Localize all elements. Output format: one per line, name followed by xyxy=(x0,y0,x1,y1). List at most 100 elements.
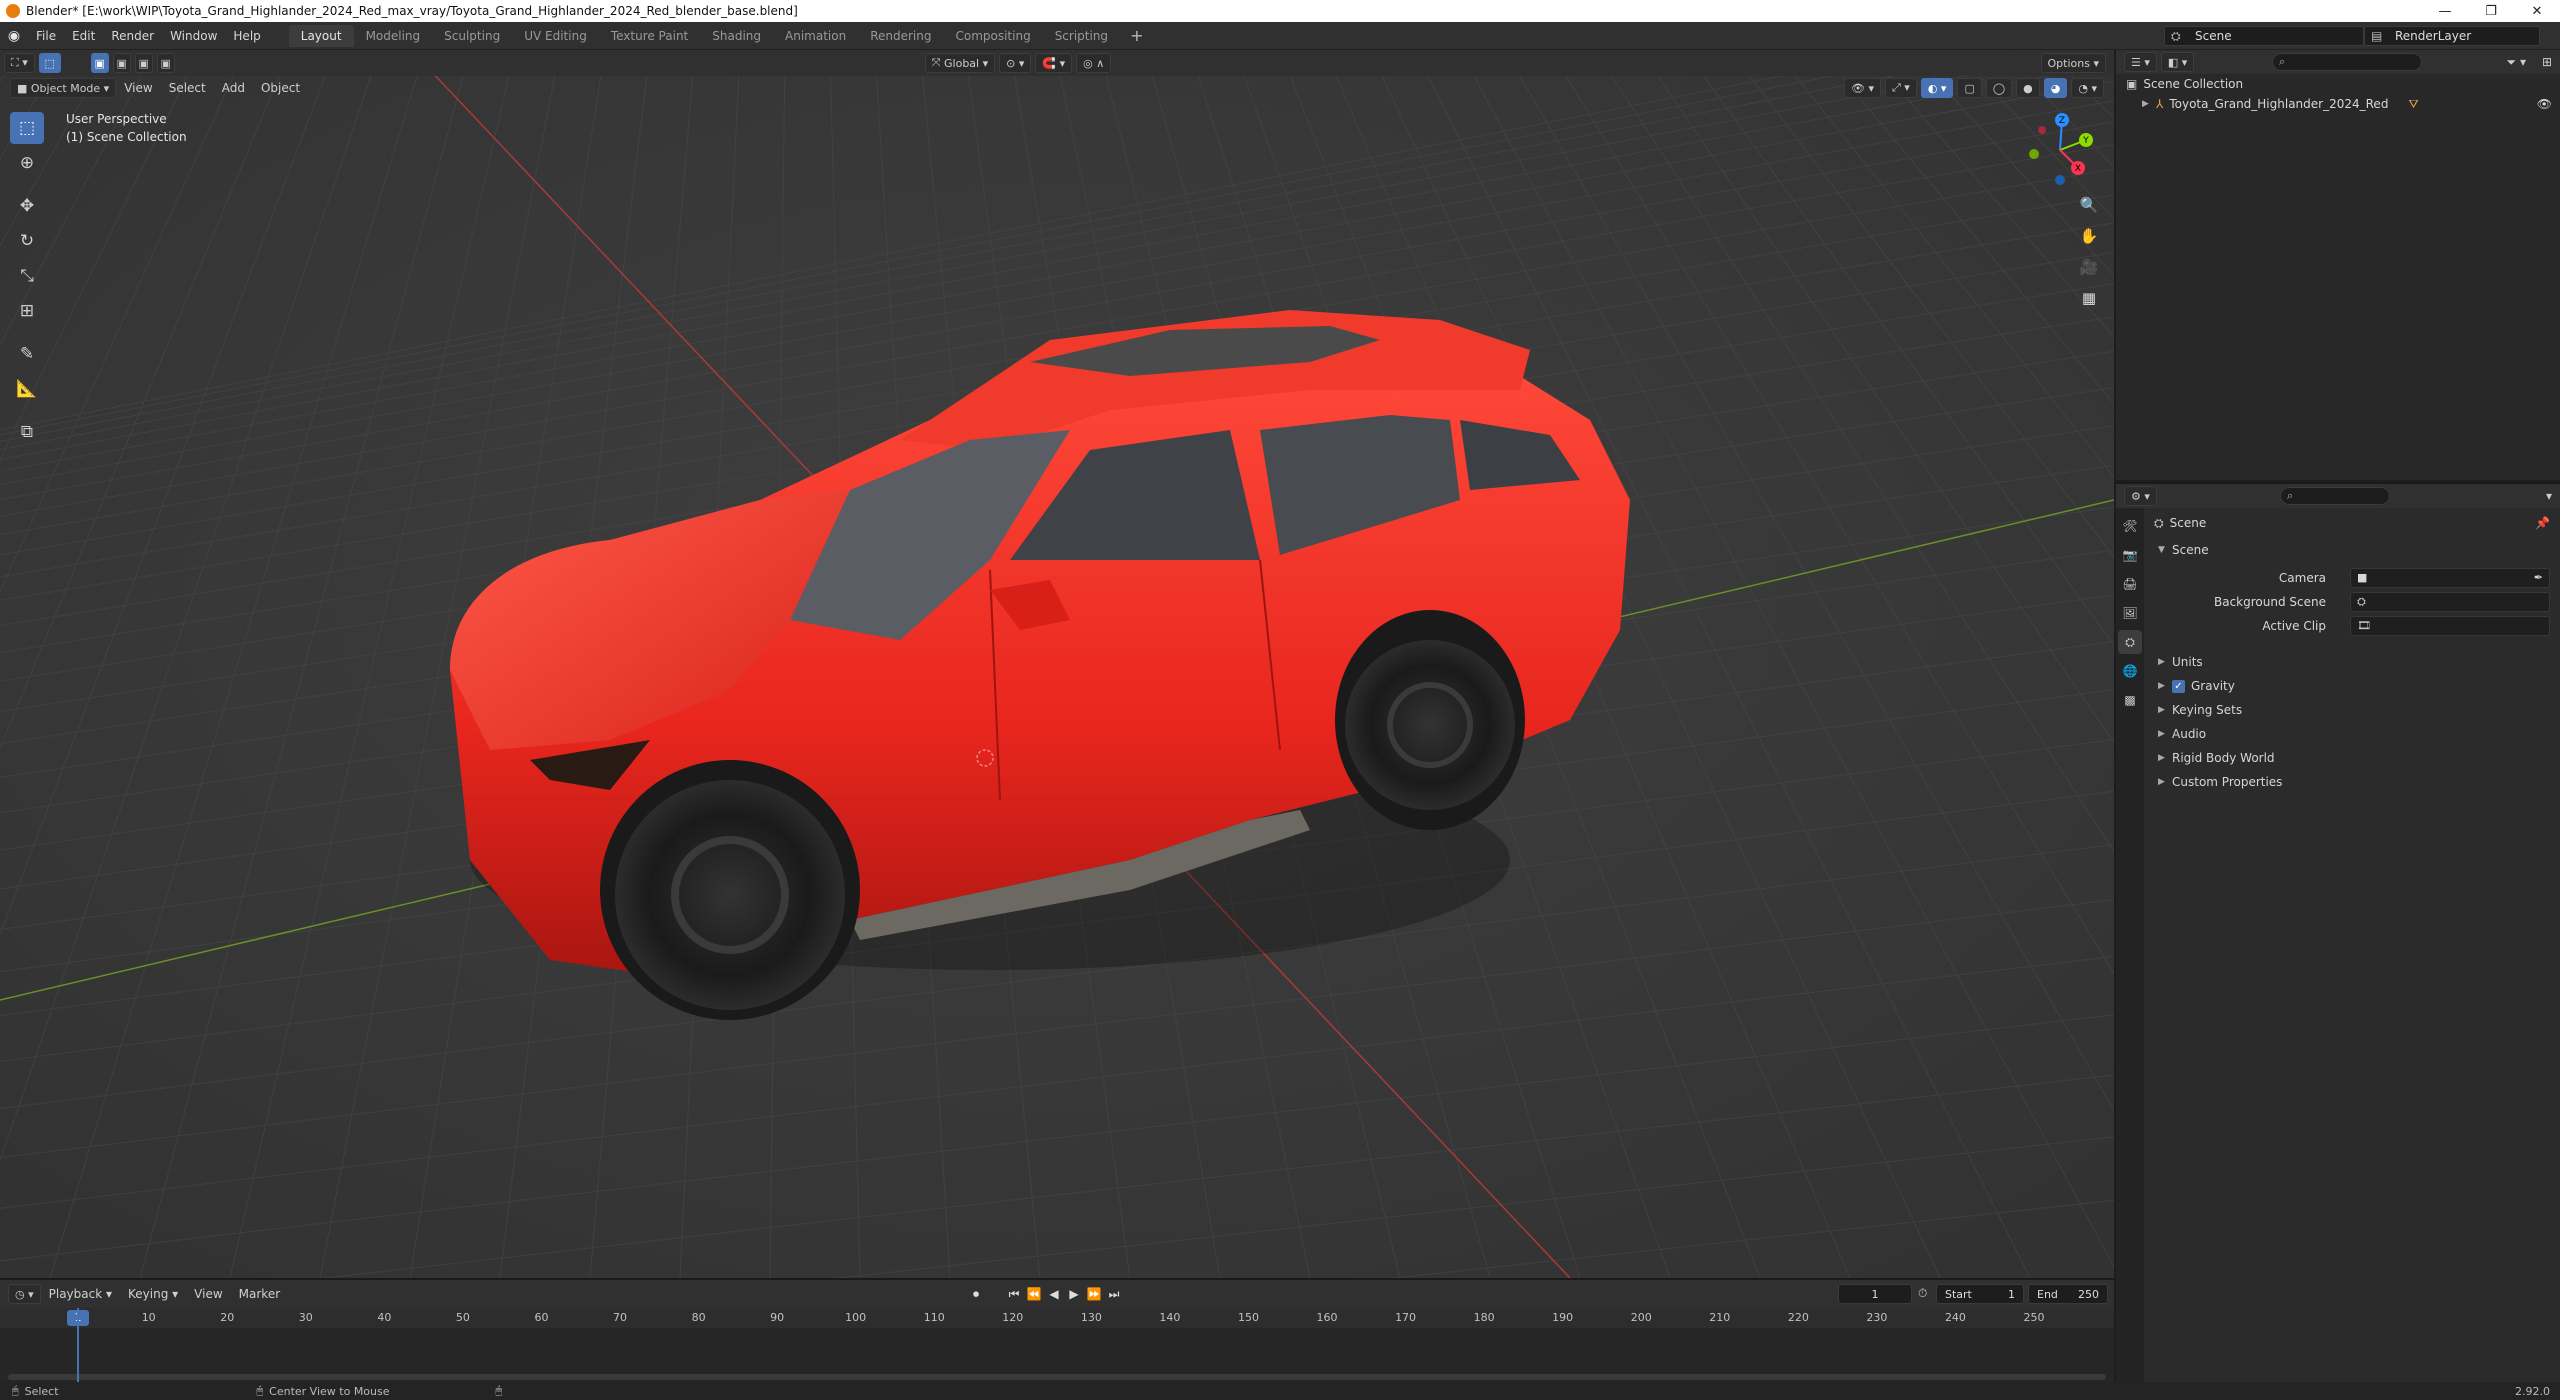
play-icon[interactable]: ▶ xyxy=(1064,1284,1084,1304)
menu-playback[interactable]: Playback ▾ xyxy=(41,1287,120,1301)
wireframe-shading-icon[interactable]: ◯ xyxy=(1985,78,2013,98)
scene-tab-icon[interactable]: ⛭ xyxy=(2118,630,2142,654)
visibility-icon[interactable]: 👁 ▾ xyxy=(1844,78,1881,98)
minimize-button[interactable]: — xyxy=(2422,0,2468,22)
menu-render[interactable]: Render xyxy=(103,22,162,50)
select-box-icon[interactable]: ⬚ xyxy=(38,53,61,73)
tab-sculpting[interactable]: Sculpting xyxy=(432,25,512,47)
tab-layout[interactable]: Layout xyxy=(288,24,354,47)
mode-subtract-icon[interactable]: ▣ xyxy=(134,53,153,73)
menu-timeline-view[interactable]: View xyxy=(186,1287,230,1301)
xray-toggle-icon[interactable]: ▢ xyxy=(1957,78,1982,98)
editor-type-button[interactable]: ⛶ ▾ xyxy=(4,53,35,73)
menu-edit[interactable]: Edit xyxy=(64,22,103,50)
view-layer-tab-icon[interactable]: 🖼 xyxy=(2118,601,2142,625)
keying-sets-panel-header[interactable]: ▶ Keying Sets xyxy=(2146,698,2560,722)
pan-hand-icon[interactable]: ✋ xyxy=(2074,221,2104,251)
properties-search-input[interactable]: ⌕ xyxy=(2280,487,2390,505)
gravity-panel-header[interactable]: ▶ ✓ Gravity xyxy=(2146,674,2560,698)
select-box-tool-icon[interactable]: ⬚ xyxy=(10,112,44,144)
zoom-icon[interactable]: 🔍 xyxy=(2074,190,2104,220)
snap-icon[interactable]: 🧲 ▾ xyxy=(1035,53,1073,73)
scene-selector[interactable]: ⛭ Scene xyxy=(2164,26,2364,46)
render-tab-icon[interactable]: 📷 xyxy=(2118,543,2142,567)
material-shading-icon[interactable]: ◕ xyxy=(2043,78,2068,98)
gravity-checkbox[interactable]: ✓ xyxy=(2172,679,2185,693)
blender-logo-icon[interactable]: ◉ xyxy=(0,22,28,50)
pivot-point-icon[interactable]: ⊙ ▾ xyxy=(999,53,1032,73)
new-collection-icon[interactable]: ⊞ xyxy=(2542,55,2552,69)
menu-help[interactable]: Help xyxy=(225,22,268,50)
mode-new-icon[interactable]: ▣ xyxy=(90,53,109,73)
restore-button[interactable]: ❐ xyxy=(2468,0,2514,22)
playhead[interactable] xyxy=(77,1308,79,1384)
units-panel-header[interactable]: ▶ Units xyxy=(2146,650,2560,674)
world-tab-icon[interactable]: 🌐 xyxy=(2118,659,2142,683)
scene-panel-header[interactable]: ▼ Scene xyxy=(2146,538,2560,562)
timeline-editor-type-icon[interactable]: ◷ ▾ xyxy=(8,1284,41,1304)
audio-panel-header[interactable]: ▶ Audio xyxy=(2146,722,2560,746)
close-button[interactable]: ✕ xyxy=(2514,0,2560,22)
current-frame-field[interactable]: 1 xyxy=(1838,1284,1912,1304)
annotate-tool-icon[interactable]: ✎ xyxy=(10,338,44,370)
jump-start-icon[interactable]: ⏮ xyxy=(1004,1284,1024,1304)
perspective-grid-icon[interactable]: ▦ xyxy=(2074,283,2104,313)
tab-shading[interactable]: Shading xyxy=(700,25,773,47)
timeline-track[interactable] xyxy=(0,1328,2114,1384)
menu-add[interactable]: Add xyxy=(214,81,253,95)
properties-options-icon[interactable]: ▾ xyxy=(2546,489,2552,503)
gizmo-toggle-icon[interactable]: ⤢ ▾ xyxy=(1884,78,1917,98)
menu-file[interactable]: File xyxy=(28,22,64,50)
active-clip-field[interactable]: 🎞 xyxy=(2350,616,2550,636)
visibility-eye-icon[interactable]: 👁 xyxy=(2537,97,2552,111)
options-button[interactable]: Options ▾ xyxy=(2040,53,2106,73)
custom-properties-panel-header[interactable]: ▶ Custom Properties xyxy=(2146,770,2560,794)
scale-tool-icon[interactable]: ⤡ xyxy=(10,260,44,292)
menu-view[interactable]: View xyxy=(116,81,160,95)
outliner-row-object[interactable]: ▶ ⅄ Toyota_Grand_Highlander_2024_Red ⛛ 👁 xyxy=(2116,94,2560,114)
pin-icon[interactable]: 📌 xyxy=(2535,516,2550,530)
end-frame-field[interactable]: End 250 xyxy=(2028,1284,2108,1304)
texture-tab-icon[interactable]: ▩ xyxy=(2118,688,2142,712)
outliner-editor[interactable]: ☰ ▾ ◧ ▾ ⌕ ⏷ ▾ ⊞ ▣ Scene Collection ▶ ⅄ T… xyxy=(2116,50,2560,480)
background-scene-field[interactable]: ⛭ xyxy=(2350,592,2550,612)
mode-extend-icon[interactable]: ▣ xyxy=(112,53,131,73)
camera-field[interactable]: ■ ✒ xyxy=(2350,568,2550,588)
view-layer-selector[interactable]: ▤ RenderLayer xyxy=(2364,26,2540,46)
properties-editor-type-icon[interactable]: ⚙ ▾ xyxy=(2124,486,2157,506)
rendered-shading-icon[interactable]: ◔ ▾ xyxy=(2071,78,2104,98)
transform-orientation-dropdown[interactable]: ⤧ Global ▾ xyxy=(924,53,996,73)
start-frame-field[interactable]: Start 1 xyxy=(1936,1284,2024,1304)
eyedropper-icon[interactable]: ✒ xyxy=(2534,571,2543,584)
menu-object[interactable]: Object xyxy=(253,81,308,95)
navigation-gizmo[interactable]: Z Y X xyxy=(2020,110,2100,190)
outliner-search-input[interactable]: ⌕ xyxy=(2272,53,2422,71)
3d-viewport[interactable]: ⛶ ▾ ⬚ ▣ ▣ ▣ ▣ ⤧ Global ▾ ⊙ ▾ 🧲 ▾ ◎ ∧ Opt… xyxy=(0,50,2114,1278)
overlay-toggle-icon[interactable]: ◐ ▾ xyxy=(1920,78,1954,98)
output-tab-icon[interactable]: 🖨 xyxy=(2118,572,2142,596)
menu-select[interactable]: Select xyxy=(161,81,214,95)
timeline-scrollbar[interactable] xyxy=(8,1374,2106,1380)
jump-end-icon[interactable]: ⏭ xyxy=(1104,1284,1124,1304)
tab-animation[interactable]: Animation xyxy=(773,25,858,47)
add-cube-tool-icon[interactable]: ⧉ xyxy=(10,416,44,448)
tab-scripting[interactable]: Scripting xyxy=(1043,25,1120,47)
filter-icon[interactable]: ⏷ ▾ xyxy=(2507,55,2526,70)
camera-view-icon[interactable]: 🎥 xyxy=(2074,252,2104,282)
menu-window[interactable]: Window xyxy=(162,22,225,50)
car-model[interactable] xyxy=(430,300,1660,1020)
record-icon[interactable]: ⏺ xyxy=(966,1284,986,1304)
outliner-editor-type-icon[interactable]: ☰ ▾ xyxy=(2124,52,2157,72)
timeline-editor[interactable]: ◷ ▾ Playback ▾ Keying ▾ View Marker ⏺ ⏮ … xyxy=(0,1278,2114,1384)
proportional-edit-icon[interactable]: ◎ ∧ xyxy=(1076,53,1112,73)
tab-compositing[interactable]: Compositing xyxy=(943,25,1042,47)
cursor-tool-icon[interactable]: ⊕ xyxy=(10,147,44,179)
play-reverse-icon[interactable]: ◀ xyxy=(1044,1284,1064,1304)
tool-tab-icon[interactable]: 🛠 xyxy=(2118,514,2142,538)
solid-shading-icon[interactable]: ● xyxy=(2016,78,2040,98)
properties-editor[interactable]: ⚙ ▾ ⌕ ▾ 🛠 📷 🖨 🖼 ⛭ 🌐 ▩ ⛭ Scene 📌 ▼ Scene … xyxy=(2116,482,2560,1384)
menu-keying[interactable]: Keying ▾ xyxy=(120,1287,186,1301)
mode-intersect-icon[interactable]: ▣ xyxy=(156,53,175,73)
display-mode-icon[interactable]: ◧ ▾ xyxy=(2160,52,2195,72)
move-tool-icon[interactable]: ✥ xyxy=(10,190,44,222)
